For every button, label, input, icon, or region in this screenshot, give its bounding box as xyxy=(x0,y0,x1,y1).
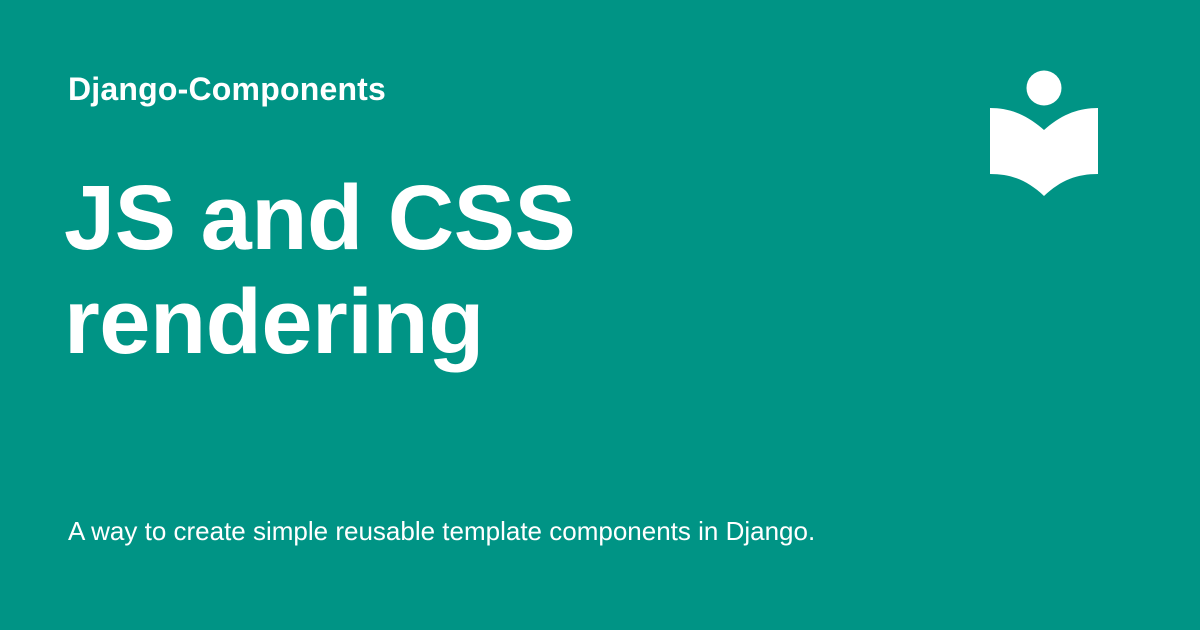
page-description: A way to create simple reusable template… xyxy=(68,516,816,546)
social-card: Django-Components JS and CSS rendering A… xyxy=(0,0,1200,630)
site-name: Django-Components xyxy=(68,71,387,107)
page-title-line-1: JS and CSS xyxy=(64,167,576,269)
page-title: JS and CSS rendering xyxy=(64,166,864,374)
open-book-reader-icon xyxy=(988,70,1100,198)
page-title-line-2: rendering xyxy=(64,271,484,373)
